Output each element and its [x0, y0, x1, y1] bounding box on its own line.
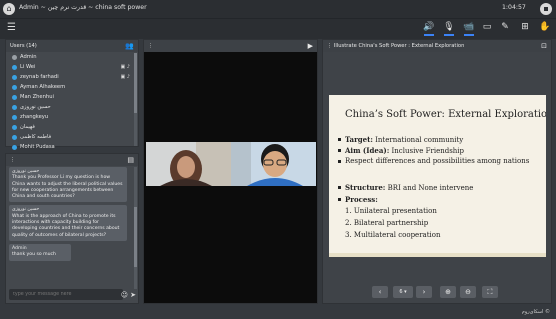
- user-list: Admin Li Wei ▣ ♪ zeynab farhadi ▣ ♪ Ayman …: [6, 52, 138, 152]
- presence-icon: [12, 134, 17, 140]
- screen-share-icon[interactable]: ▭: [479, 21, 495, 37]
- av-controls[interactable]: ▣ ♪: [120, 62, 130, 72]
- slide-title: China’s Soft Power: External Exploration: [345, 109, 546, 120]
- session-clock: 1:04:57: [502, 4, 526, 11]
- message-text: What is the approach of China to promote…: [12, 213, 120, 238]
- user-item[interactable]: zeynab farhadi ▣ ♪: [6, 72, 138, 82]
- user-item[interactable]: فاطمه کاظمی: [6, 132, 138, 142]
- slide-bullet: Aim (Idea): Inclusive Friendship: [337, 146, 465, 155]
- prev-slide-button[interactable]: ‹: [372, 286, 388, 298]
- zoom-in-icon[interactable]: ⊕: [440, 286, 456, 298]
- room-title: Admin ~ قدرت نرم چین ~ china soft power: [19, 4, 147, 11]
- participant-video-2: [231, 142, 316, 186]
- home-icon[interactable]: ⌂: [3, 3, 15, 15]
- chat-icon[interactable]: ▤: [127, 154, 134, 166]
- expand-icon[interactable]: ⊡: [541, 40, 547, 52]
- presence-icon: [12, 124, 17, 130]
- slide-subitem: 2. Bilateral partnership: [345, 219, 429, 227]
- chat-input[interactable]: [9, 289, 123, 300]
- message-text: Thank you Professor Li my question is ho…: [12, 175, 123, 200]
- exit-icon[interactable]: [540, 3, 552, 15]
- chat-messages: حسین نوروزی Thank you Professor Li my qu…: [9, 167, 133, 289]
- presence-icon: [12, 114, 17, 120]
- video-panel: ⋮ ▶: [143, 39, 318, 304]
- video-feed-1: [146, 142, 231, 186]
- user-item[interactable]: Ayman Alhakeem: [6, 82, 138, 92]
- user-item[interactable]: حسین نوروزی: [6, 102, 138, 112]
- video-feed-2: [231, 142, 316, 186]
- presence-icon: [12, 104, 17, 110]
- toolbar: ☰ 🔊 🎙 📹 ▭ ✎ ⊞ ✋: [0, 19, 556, 39]
- send-icon[interactable]: ➤: [130, 291, 136, 299]
- users-panel: Users (14) 👥 Admin Li Wei ▣ ♪ zeynab farh…: [5, 39, 139, 150]
- user-item[interactable]: zhangkeyu: [6, 112, 138, 122]
- presentation-title: Illustrate China's Soft Power : External…: [333, 43, 465, 49]
- presentation-dots-icon[interactable]: ⋮: [327, 43, 332, 49]
- user-item[interactable]: Li Wei ▣ ♪: [6, 62, 138, 72]
- presentation-header: ⋮ Illustrate China's Soft Power : Extern…: [323, 40, 551, 52]
- user-item[interactable]: Admin: [6, 52, 138, 62]
- video-header: ⋮ ▶: [144, 40, 317, 52]
- participant-video-1: [146, 142, 231, 186]
- mic-icon[interactable]: 🎙: [441, 21, 457, 37]
- fullscreen-icon[interactable]: ⛶: [482, 286, 498, 298]
- top-bar: ⌂ Admin ~ قدرت نرم چین ~ china soft powe…: [0, 0, 556, 19]
- add-user-icon[interactable]: 👥: [125, 40, 134, 52]
- user-item[interactable]: Man Zhenhui: [6, 92, 138, 102]
- user-item[interactable]: Mohit Pudasa: [6, 142, 138, 152]
- page-select[interactable]: 6 ▾: [393, 286, 413, 298]
- message-text: thank you so much: [12, 252, 56, 258]
- slide-bullet: Respect differences and possibilities am…: [337, 157, 530, 165]
- chat-message: حسین نوروزی What is the approach of Chin…: [9, 205, 127, 241]
- chat-header: ⋮ ▤: [6, 154, 138, 166]
- presentation-panel: ⋮ Illustrate China's Soft Power : Extern…: [322, 39, 552, 304]
- raise-hand-icon[interactable]: ✋: [537, 21, 553, 37]
- presence-icon: [12, 64, 17, 70]
- slide-bullet: Process:: [338, 195, 378, 204]
- presence-icon: [12, 54, 17, 60]
- menu-icon[interactable]: ☰: [7, 23, 16, 33]
- slide-footer-strip: [329, 253, 546, 257]
- chat-dots-icon[interactable]: ⋮: [10, 157, 15, 163]
- zoom-out-icon[interactable]: ⊖: [460, 286, 476, 298]
- chat-message: حسین نوروزی Thank you Professor Li my qu…: [9, 167, 127, 203]
- slide-subitem: 3. Multilateral cooperation: [345, 231, 441, 239]
- pen-icon[interactable]: ✎: [497, 21, 513, 37]
- av-controls[interactable]: ▣ ♪: [120, 72, 130, 82]
- video-icon[interactable]: ▶: [308, 40, 313, 52]
- chat-scrollbar[interactable]: [134, 167, 137, 289]
- brand-footer: اسکای‌روم ©: [521, 309, 550, 315]
- presence-icon: [12, 94, 17, 100]
- next-slide-button[interactable]: ›: [416, 286, 432, 298]
- users-scrollbar[interactable]: [134, 53, 137, 146]
- speaker-icon[interactable]: 🔊: [421, 21, 437, 37]
- video-dots-icon[interactable]: ⋮: [148, 43, 153, 49]
- presence-icon: [12, 84, 17, 90]
- emoji-icon[interactable]: ☺: [121, 291, 128, 299]
- camera-icon[interactable]: 📹: [461, 21, 477, 37]
- slide-bullet: Structure: BRI and None intervene: [337, 183, 474, 192]
- slide-subitem: 1. Unilateral presentation: [345, 207, 437, 215]
- chat-panel: ⋮ ▤ حسین نوروزی Thank you Professor Li m…: [5, 153, 139, 304]
- add-icon[interactable]: ⊞: [517, 21, 533, 37]
- users-header: Users (14) 👥: [6, 40, 138, 52]
- presence-icon: [12, 74, 17, 80]
- slide-bullet: Target: International community: [337, 135, 464, 144]
- user-item[interactable]: فهیمان: [6, 122, 138, 132]
- chat-message: Admin thank you so much: [9, 243, 71, 261]
- presence-icon: [12, 144, 17, 150]
- slide: China’s Soft Power: External Exploration…: [329, 95, 546, 257]
